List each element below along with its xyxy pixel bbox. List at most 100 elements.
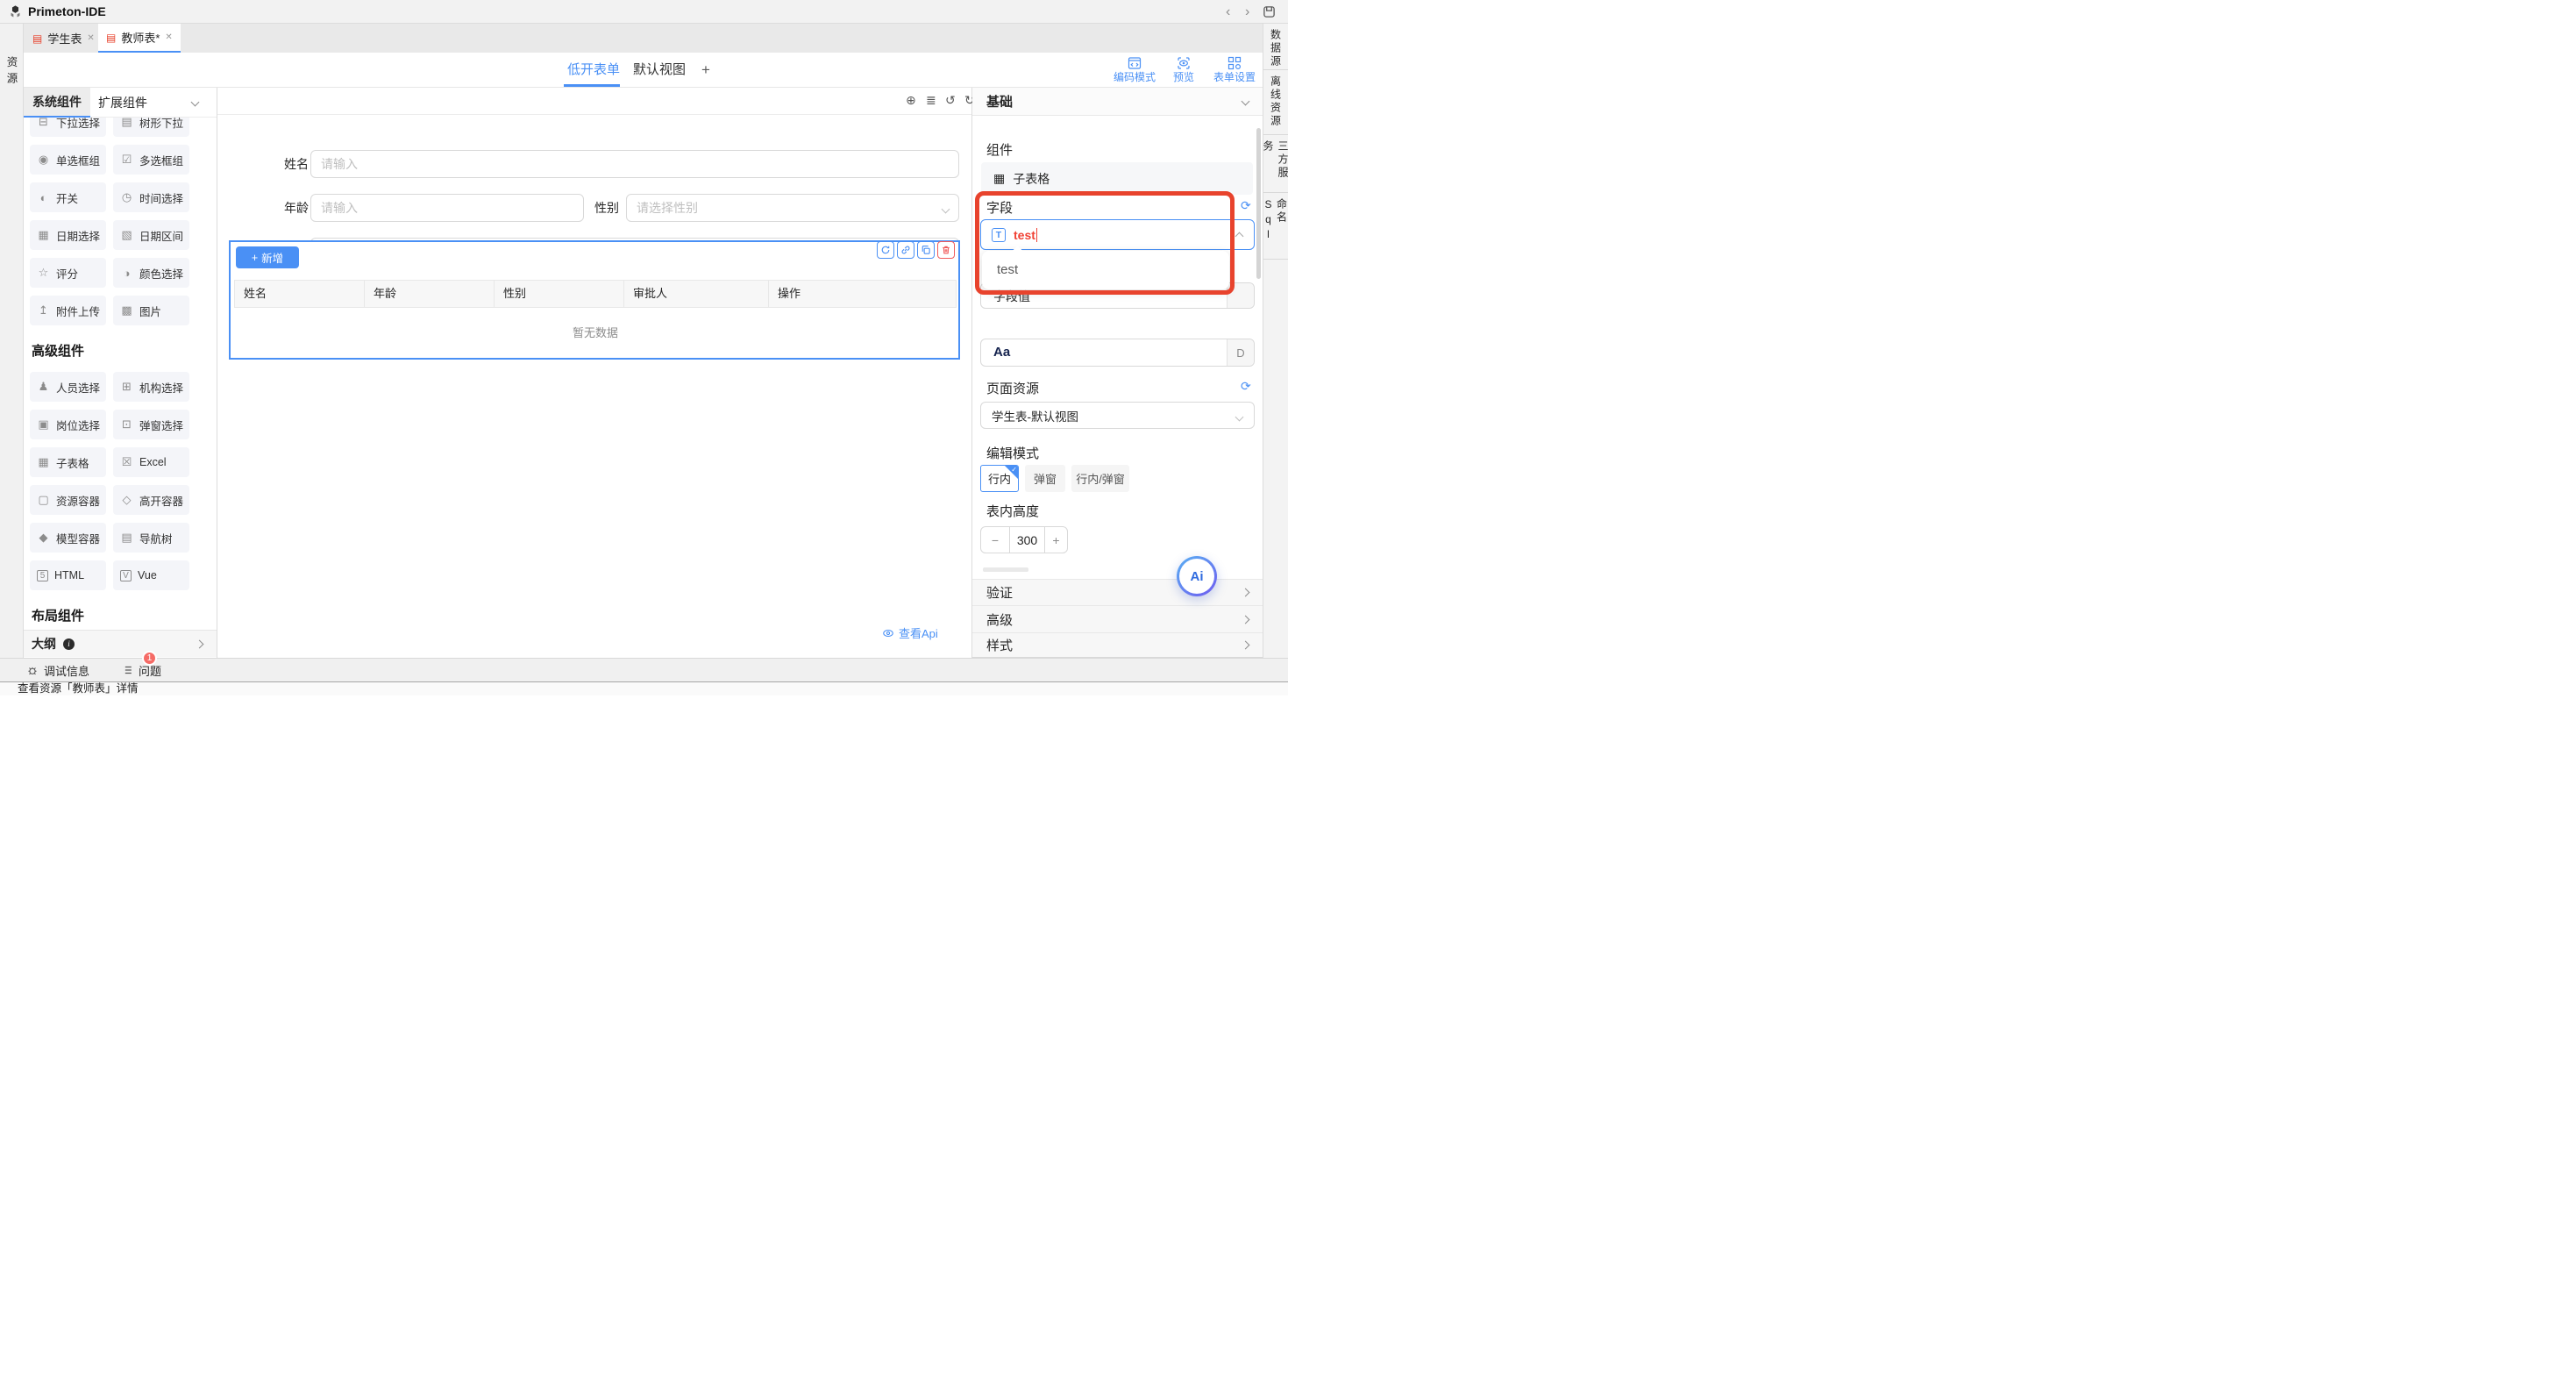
history-back-button[interactable]: ‹ <box>1226 0 1230 24</box>
save-icon[interactable] <box>1263 5 1276 18</box>
undo-icon[interactable]: ↺ <box>945 93 956 107</box>
component-item[interactable]: ▦子表格 <box>30 447 106 477</box>
add-row-button[interactable]: +新增 <box>236 246 299 268</box>
code-mode-button[interactable]: 编码模式 <box>1109 56 1160 82</box>
tab-student-table[interactable]: ▤ 学生表 ✕ <box>25 24 103 53</box>
tree-select-icon: ▤ <box>120 118 133 129</box>
column-header: 操作 <box>769 281 956 307</box>
tab-extension-components[interactable]: 扩展组件 <box>90 94 155 111</box>
section-advanced[interactable]: 高级 <box>972 605 1263 632</box>
component-item[interactable]: ◷时间选择 <box>113 182 189 212</box>
delete-component-button[interactable] <box>937 241 955 259</box>
form-settings-button[interactable]: 表单设置 <box>1209 56 1260 82</box>
component-item[interactable]: ↥附件上传 <box>30 296 106 325</box>
refresh-fields-icon[interactable]: ⟳ <box>1241 199 1251 211</box>
component-item[interactable]: ♟人员选择 <box>30 372 106 402</box>
panel-menu-icon[interactable]: ☰ <box>136 97 145 109</box>
resource-rail[interactable]: 资源 <box>0 24 24 658</box>
panel-collapse-chevron-icon[interactable] <box>191 98 200 107</box>
default-value-input[interactable]: Aa D <box>980 339 1255 367</box>
rail-item-datasource[interactable]: 数据源 <box>1263 24 1288 70</box>
section-validation[interactable]: 验证 <box>972 579 1263 605</box>
rail-item-third-party-service[interactable]: 三方服务 <box>1263 135 1288 193</box>
upload-icon: ↥ <box>37 303 50 317</box>
i18n-globe-icon[interactable]: ⊕ <box>906 93 916 107</box>
age-input[interactable]: 请输入 <box>310 194 584 222</box>
copy-component-button[interactable] <box>917 241 935 259</box>
component-item[interactable]: ⊡弹窗选择 <box>113 410 189 439</box>
component-item[interactable]: 5HTML <box>30 560 106 590</box>
rail-item-offline-resource[interactable]: 离线资源 <box>1263 70 1288 135</box>
view-api-link[interactable]: 查看Api <box>882 624 938 641</box>
component-item[interactable]: ▩图片 <box>113 296 189 325</box>
component-item[interactable]: VVue <box>113 560 189 590</box>
plus-icon: + <box>252 252 258 264</box>
expand-chevron-icon <box>1242 615 1250 624</box>
dynamic-value-button[interactable]: D <box>1227 339 1254 366</box>
increment-button[interactable]: + <box>1044 526 1068 553</box>
component-item[interactable]: ☒Excel <box>113 447 189 477</box>
edit-mode-popup[interactable]: 弹窗 <box>1025 465 1065 492</box>
debug-info-button[interactable]: 调试信息 <box>44 662 89 679</box>
table-height-value[interactable]: 300 <box>1010 526 1044 553</box>
page-resource-select[interactable]: 学生表-默认视图 <box>980 402 1255 429</box>
outline-tree-icon[interactable]: ≣ <box>926 93 936 107</box>
dropdown-option-test[interactable]: test <box>982 251 1229 289</box>
rail-item-named-sql[interactable]: 命名Sql <box>1263 193 1288 260</box>
component-item[interactable]: ◆模型容器 <box>30 523 106 553</box>
field-label-name: 姓名 <box>254 150 309 178</box>
property-panel-header[interactable]: 基础 <box>972 88 1263 116</box>
org-select-icon: ⊞ <box>120 380 133 394</box>
outline-collapsed-bar[interactable]: 大纲 i <box>24 630 217 657</box>
component-item[interactable]: ▢资源容器 <box>30 485 106 515</box>
component-item[interactable]: ◐开关 <box>30 182 106 212</box>
component-item[interactable]: ◉单选框组 <box>30 145 106 175</box>
preview-button[interactable]: 预览 <box>1169 56 1199 82</box>
name-input[interactable]: 请输入 <box>310 150 959 178</box>
gender-select[interactable]: 请选择性别 <box>626 194 959 222</box>
tab-system-components[interactable]: 系统组件 <box>24 88 90 118</box>
chevron-up-icon <box>1235 232 1244 241</box>
input-suffix-button[interactable] <box>1227 283 1254 308</box>
component-item[interactable]: ◑颜色选择 <box>113 258 189 288</box>
field-select-focused[interactable]: T test <box>980 219 1255 250</box>
add-view-button[interactable]: + <box>697 53 715 88</box>
component-item[interactable]: ⊞机构选择 <box>113 372 189 402</box>
color-picker-icon: ◑ <box>120 267 133 280</box>
popup-select-icon: ⊡ <box>120 417 133 432</box>
subtable-icon: ▦ <box>37 455 50 469</box>
component-item[interactable]: ◇高开容器 <box>113 485 189 515</box>
component-item[interactable]: ☑多选框组 <box>113 145 189 175</box>
close-tab-icon[interactable]: ✕ <box>165 32 172 42</box>
tab-lowcode-form[interactable]: 低开表单 <box>567 53 620 88</box>
component-item[interactable]: ▦日期选择 <box>30 220 106 250</box>
subtable-component-selected[interactable]: +新增 姓名 年龄 性别 审批人 操作 暂无数据 <box>229 240 960 360</box>
field-options-dropdown: test <box>982 251 1229 289</box>
decrement-button[interactable]: − <box>980 526 1010 553</box>
ai-assistant-button[interactable]: Ai <box>1177 556 1217 596</box>
tab-default-view[interactable]: 默认视图 <box>633 53 686 88</box>
refresh-component-button[interactable] <box>877 241 894 259</box>
close-tab-icon[interactable]: ✕ <box>87 33 94 43</box>
link-component-button[interactable] <box>897 241 914 259</box>
history-forward-button[interactable]: › <box>1245 0 1249 24</box>
component-item[interactable]: ▤导航树 <box>113 523 189 553</box>
selected-component-box: ▦ 子表格 <box>981 162 1253 195</box>
component-item[interactable]: ▣岗位选择 <box>30 410 106 439</box>
image-icon: ▩ <box>120 303 133 317</box>
active-tab-underline <box>564 84 620 87</box>
component-item[interactable]: ⊟下拉选择 <box>30 118 106 137</box>
edit-mode-inline-selected[interactable]: 行内 ✓ <box>980 465 1019 492</box>
component-item[interactable]: ☆评分 <box>30 258 106 288</box>
switch-icon: ◐ <box>37 191 50 204</box>
edit-mode-inline-popup[interactable]: 行内/弹窗 <box>1071 465 1129 492</box>
preview-eye-icon <box>1177 56 1191 70</box>
component-item[interactable]: ▤树形下拉 <box>113 118 189 137</box>
empty-data-text: 暂无数据 <box>234 308 957 356</box>
section-style[interactable]: 样式 <box>972 632 1263 658</box>
form-doc-icon: ▤ <box>106 32 116 43</box>
info-icon: i <box>63 638 75 650</box>
refresh-page-resource-icon[interactable]: ⟳ <box>1241 380 1251 392</box>
tab-teacher-table[interactable]: ▤ 教师表* ✕ <box>98 24 181 53</box>
component-item[interactable]: ▧日期区间 <box>113 220 189 250</box>
